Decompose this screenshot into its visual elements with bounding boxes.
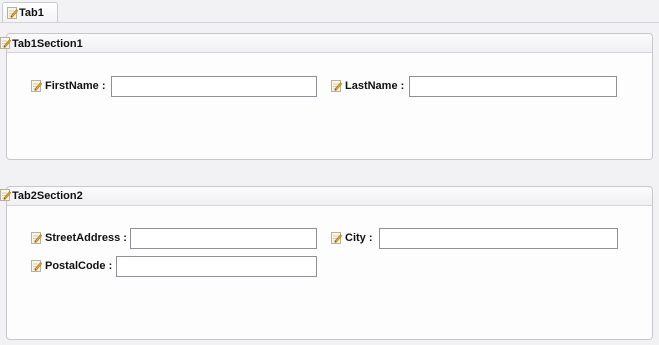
postal-code-label: PostalCode : bbox=[45, 260, 113, 272]
edit-icon bbox=[31, 260, 42, 272]
street-address-input[interactable] bbox=[130, 228, 317, 249]
last-name-label: LastName : bbox=[345, 80, 405, 92]
tab-label: Tab1 bbox=[19, 7, 44, 19]
section-header bbox=[7, 187, 652, 206]
first-name-field-group: FirstName : bbox=[31, 76, 317, 97]
edit-icon bbox=[31, 232, 42, 244]
section-tab2section2: StreetAddress : City : PostalCode : bbox=[6, 186, 653, 340]
section-tab1section1: FirstName : LastName : bbox=[6, 33, 653, 160]
edit-icon bbox=[331, 232, 342, 244]
city-input[interactable] bbox=[379, 228, 618, 249]
last-name-input[interactable] bbox=[409, 76, 617, 97]
section-header bbox=[7, 34, 652, 53]
first-name-label: FirstName : bbox=[45, 80, 106, 92]
tab-divider bbox=[0, 22, 659, 23]
edit-icon bbox=[7, 7, 18, 19]
edit-icon bbox=[31, 80, 42, 92]
edit-icon bbox=[331, 80, 342, 92]
street-address-label: StreetAddress : bbox=[45, 232, 127, 244]
last-name-field-group: LastName : bbox=[331, 76, 618, 97]
first-name-input[interactable] bbox=[111, 76, 317, 97]
edit-icon bbox=[0, 37, 11, 49]
tab-strip: Tab1 bbox=[0, 0, 659, 24]
postal-code-field-group: PostalCode : bbox=[31, 256, 317, 277]
city-label: City : bbox=[345, 232, 373, 244]
street-address-field-group: StreetAddress : bbox=[31, 228, 317, 249]
tab-tab1[interactable]: Tab1 bbox=[2, 2, 58, 22]
edit-icon bbox=[0, 189, 11, 201]
postal-code-input[interactable] bbox=[116, 256, 317, 277]
section-title: Tab2Section2 bbox=[12, 190, 83, 202]
section-title: Tab1Section1 bbox=[12, 38, 83, 50]
city-field-group: City : bbox=[331, 228, 618, 249]
